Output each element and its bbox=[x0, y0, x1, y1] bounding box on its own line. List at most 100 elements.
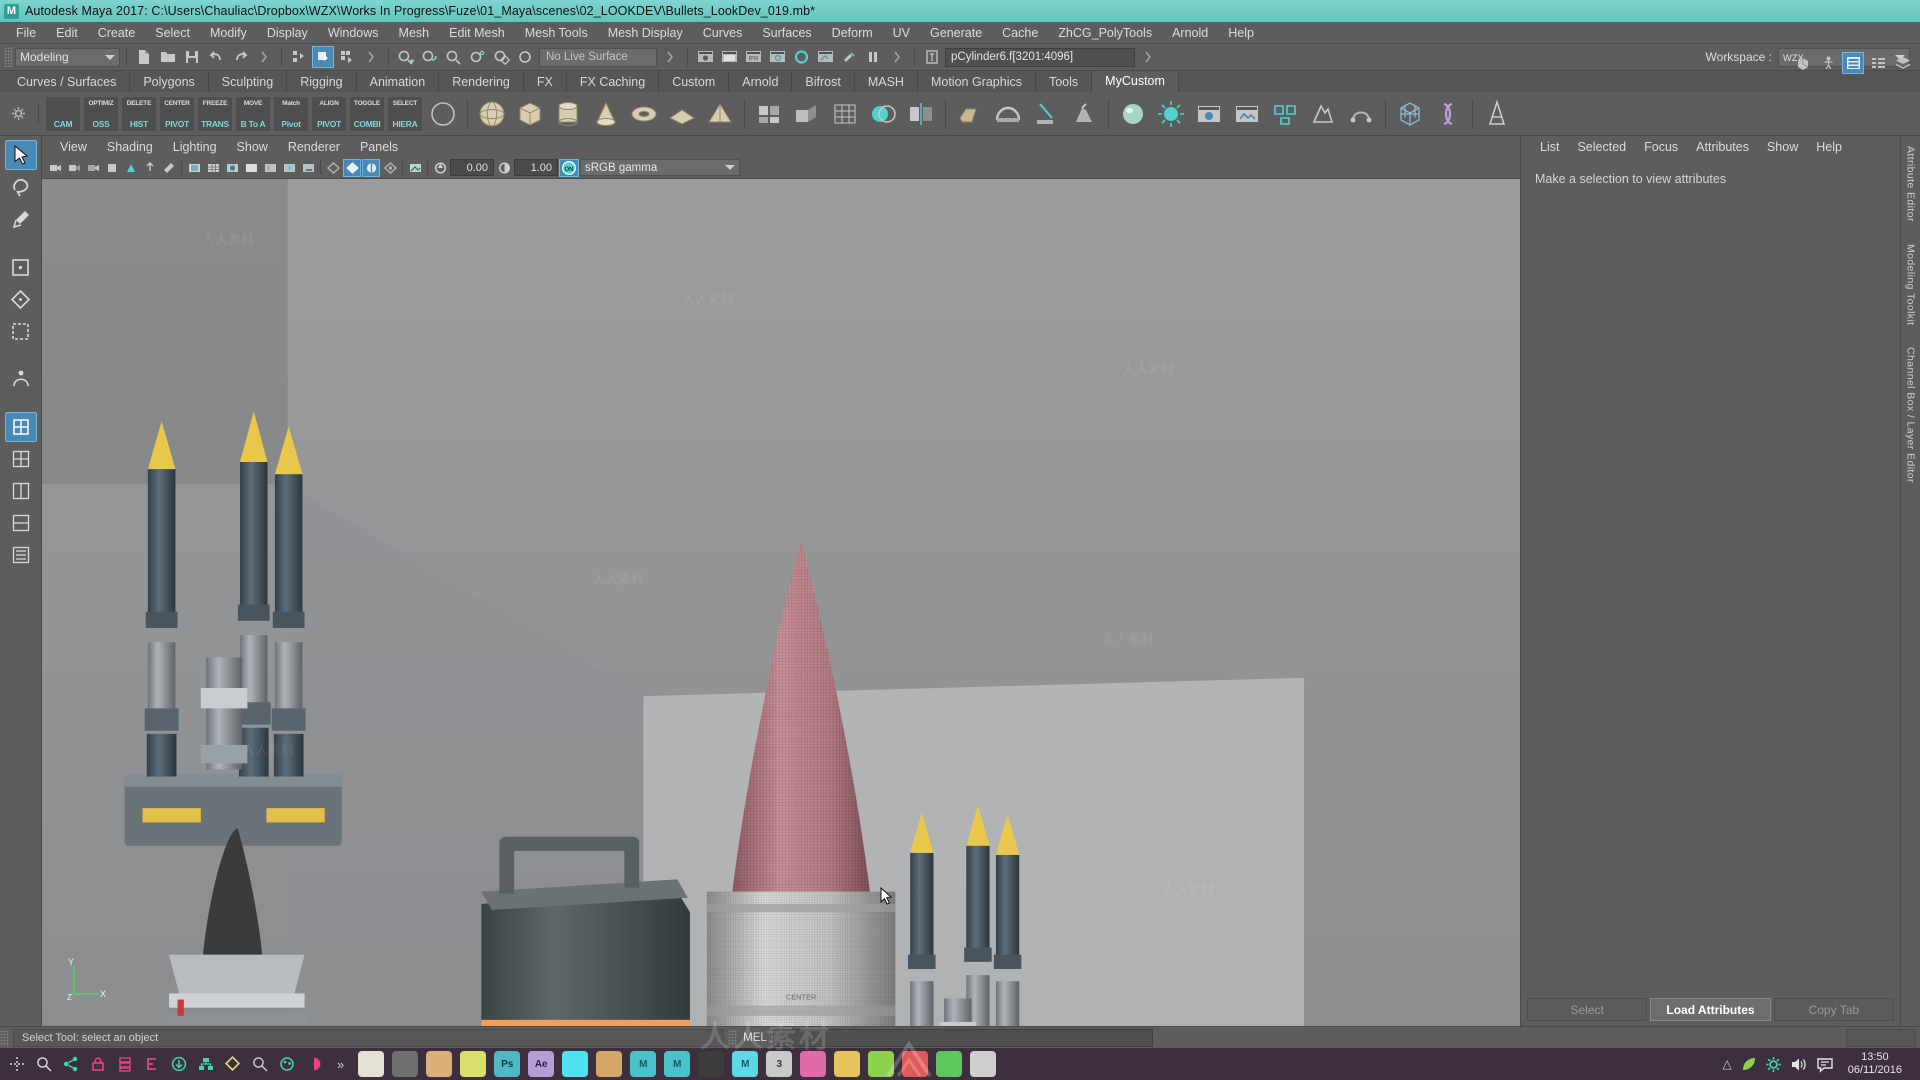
shelf-circle-button[interactable] bbox=[425, 96, 461, 132]
select-tool[interactable] bbox=[4, 140, 37, 170]
side-tab-attribute-editor[interactable]: Attribute Editor bbox=[1905, 146, 1917, 222]
exposure-icon[interactable] bbox=[431, 159, 449, 177]
paint-select-tool[interactable] bbox=[5, 204, 37, 234]
palette-icon[interactable] bbox=[274, 1051, 300, 1077]
taskbar-app-zbrush-icon[interactable] bbox=[698, 1051, 725, 1077]
menu-item-mesh[interactable]: Mesh bbox=[389, 24, 440, 42]
menu-item-uv[interactable]: UV bbox=[883, 24, 920, 42]
xray-icon[interactable] bbox=[185, 159, 203, 177]
shelf-tab-animation[interactable]: Animation bbox=[356, 71, 440, 92]
share-icon[interactable] bbox=[58, 1051, 84, 1077]
toolbar-gripper[interactable] bbox=[4, 47, 13, 67]
snap-to-projected-center-button[interactable] bbox=[467, 46, 489, 68]
taskbar-app-mixer-icon[interactable] bbox=[970, 1051, 997, 1077]
render-view-button[interactable] bbox=[814, 46, 836, 68]
shelf-button-match-pivot-icon[interactable]: Match Pivot bbox=[273, 95, 309, 132]
exposure-field[interactable]: 0.00 bbox=[450, 159, 494, 176]
shelf-options-gear-icon[interactable] bbox=[4, 103, 32, 125]
shelf-tab-rigging[interactable]: Rigging bbox=[287, 71, 357, 92]
download-icon[interactable] bbox=[166, 1051, 192, 1077]
taskbar-app-moon-app-icon[interactable] bbox=[460, 1051, 487, 1077]
taskbar-app-3dsmax-icon[interactable]: 3 bbox=[766, 1051, 793, 1077]
select-camera-icon[interactable] bbox=[46, 159, 64, 177]
attribute-editor-load-attributes-button[interactable]: Load Attributes bbox=[1650, 998, 1771, 1021]
shelf-arnold-light-button[interactable] bbox=[1153, 96, 1189, 132]
redo-render-button[interactable] bbox=[718, 46, 740, 68]
shelf-tab-bifrost[interactable]: Bifrost bbox=[792, 71, 855, 92]
shelf-mirror-button[interactable] bbox=[903, 96, 939, 132]
taskbar-app-folder-icon[interactable] bbox=[426, 1051, 453, 1077]
ao-icon[interactable] bbox=[324, 159, 342, 177]
shelf-extrude-button[interactable] bbox=[789, 96, 825, 132]
menu-item-edit-mesh[interactable]: Edit Mesh bbox=[439, 24, 515, 42]
side-tab-modeling-toolkit[interactable]: Modeling Toolkit bbox=[1905, 244, 1917, 326]
gamma-field[interactable]: 1.00 bbox=[514, 159, 558, 176]
image-plane-icon[interactable] bbox=[103, 159, 121, 177]
menu-item-mesh-tools[interactable]: Mesh Tools bbox=[515, 24, 598, 42]
menu-item-modify[interactable]: Modify bbox=[200, 24, 257, 42]
color-management-toggle[interactable]: ON bbox=[559, 158, 579, 177]
textured-mode-icon[interactable] bbox=[261, 159, 279, 177]
menu-item-edit[interactable]: Edit bbox=[46, 24, 88, 42]
taskbar-app-bookmark-icon[interactable] bbox=[902, 1051, 929, 1077]
save-scene-button[interactable] bbox=[181, 46, 203, 68]
viewport-menu-show[interactable]: Show bbox=[227, 139, 278, 155]
statusline-expand-3[interactable] bbox=[659, 46, 681, 68]
shelf-button-align-pivot-icon[interactable]: ALIGN PIVOT bbox=[311, 95, 347, 132]
statusline-expand-5[interactable] bbox=[1137, 46, 1159, 68]
shelf-tab-sculpting[interactable]: Sculpting bbox=[208, 71, 288, 92]
shelf-tab-fx-caching[interactable]: FX Caching bbox=[566, 71, 660, 92]
shelf-arnold-render-settings-button[interactable] bbox=[1229, 96, 1265, 132]
attribute-editor-select-button[interactable]: Select bbox=[1527, 998, 1648, 1021]
grid-panel-tool[interactable] bbox=[5, 444, 37, 474]
shelf-grid-button[interactable] bbox=[827, 96, 863, 132]
shadows-icon[interactable] bbox=[299, 159, 317, 177]
taskbar-app-maya-icon-3[interactable]: M bbox=[732, 1051, 759, 1077]
hypershade-button[interactable] bbox=[790, 46, 812, 68]
modeling-toolkit-toggle[interactable] bbox=[1792, 52, 1814, 74]
open-scene-button[interactable] bbox=[157, 46, 179, 68]
shaded-mode-icon[interactable] bbox=[223, 159, 241, 177]
attribute-editor-toggle[interactable] bbox=[1842, 52, 1864, 74]
shelf-bevel-button[interactable] bbox=[952, 96, 988, 132]
moon-icon[interactable] bbox=[301, 1051, 327, 1077]
snap-to-grid-button[interactable] bbox=[395, 46, 417, 68]
layer-editor-toggle[interactable] bbox=[1892, 52, 1914, 74]
snap-to-curve-button[interactable] bbox=[419, 46, 441, 68]
bookmark-camera-icon[interactable] bbox=[84, 159, 102, 177]
shelf-arnold-shader-button[interactable] bbox=[1115, 96, 1151, 132]
shelf-aistandin-button[interactable] bbox=[1479, 96, 1515, 132]
attribute-editor-menu-help[interactable]: Help bbox=[1807, 139, 1851, 155]
gear-icon[interactable] bbox=[1765, 1056, 1782, 1073]
four-view-tool[interactable] bbox=[5, 476, 37, 506]
live-surface-field[interactable]: No Live Surface bbox=[539, 47, 657, 67]
menu-item-file[interactable]: File bbox=[6, 24, 46, 42]
statusline-expand-1[interactable] bbox=[253, 46, 275, 68]
shelf-button-select-hierarchy-icon[interactable]: SELECT HIERA bbox=[387, 95, 423, 132]
view-transform-dropdown[interactable]: sRGB gamma bbox=[580, 159, 740, 176]
shelf-sculpt-button[interactable] bbox=[1066, 96, 1102, 132]
taskbar-app-chrome-icon[interactable] bbox=[392, 1051, 419, 1077]
taskbar-app-evernote-icon[interactable] bbox=[868, 1051, 895, 1077]
render-settings-button[interactable] bbox=[766, 46, 788, 68]
shelf-button-delete-history-icon[interactable]: DELETE HIST bbox=[121, 95, 157, 132]
make-live-button[interactable] bbox=[515, 46, 537, 68]
shelf-subdiv-cube-button[interactable] bbox=[751, 96, 787, 132]
taskbar-app-aftereffects-icon[interactable]: Ae bbox=[528, 1051, 555, 1077]
shelf-button-center-pivot-icon[interactable]: CENTER PIVOT bbox=[159, 95, 195, 132]
statusline-expand-4[interactable] bbox=[886, 46, 908, 68]
network-icon[interactable] bbox=[193, 1051, 219, 1077]
camera-attributes-icon[interactable] bbox=[65, 159, 83, 177]
shelf-tab-curves-surfaces[interactable]: Curves / Surfaces bbox=[4, 71, 131, 92]
layout-tool[interactable] bbox=[5, 508, 37, 538]
menu-item-surfaces[interactable]: Surfaces bbox=[752, 24, 821, 42]
viewport-menu-panels[interactable]: Panels bbox=[350, 139, 408, 155]
menu-item-windows[interactable]: Windows bbox=[318, 24, 389, 42]
snap-toggle-tool[interactable] bbox=[4, 412, 37, 442]
taskbar-app-save-icon[interactable] bbox=[358, 1051, 385, 1077]
attribute-editor-menu-show[interactable]: Show bbox=[1758, 139, 1807, 155]
shelf-booleans-button[interactable] bbox=[865, 96, 901, 132]
undo-button[interactable] bbox=[205, 46, 227, 68]
shelf-cube-button[interactable] bbox=[512, 96, 548, 132]
render-current-frame-button[interactable] bbox=[694, 46, 716, 68]
